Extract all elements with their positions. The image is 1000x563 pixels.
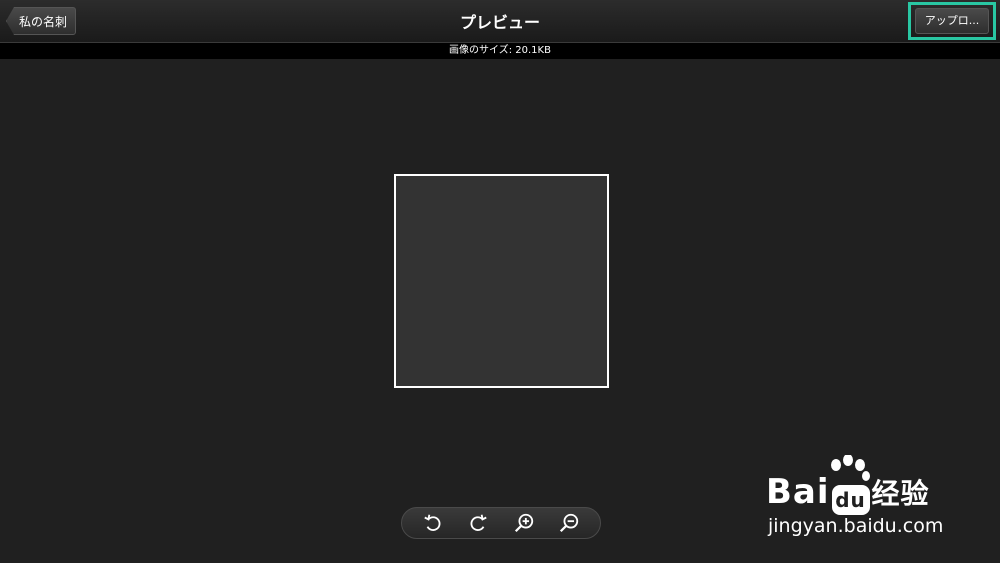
page-title: プレビュー (459, 13, 540, 32)
top-navigation-bar: 私の名刺 プレビュー アップロ... (0, 0, 1000, 43)
zoom-out-button[interactable] (555, 509, 583, 537)
rotate-right-button[interactable] (464, 509, 492, 537)
upload-button[interactable]: アップロ... (915, 8, 989, 34)
upload-button-highlight[interactable]: アップロ... (908, 2, 996, 40)
zoom-in-icon (514, 513, 533, 533)
zoom-in-button[interactable] (510, 509, 538, 537)
image-size-info: 画像のサイズ: 20.1KB (0, 43, 1000, 59)
watermark-url: jingyan.baidu.com (768, 515, 944, 537)
preview-toolbar (401, 507, 601, 539)
rotate-left-icon (424, 514, 441, 531)
rotate-right-icon (470, 514, 487, 531)
image-preview (394, 174, 609, 388)
rotate-left-button[interactable] (419, 509, 447, 537)
zoom-out-icon (560, 513, 579, 533)
baidu-watermark: Bai du 经验 jingyan.baidu.com (766, 455, 956, 545)
watermark-brand: Bai du 经验 (766, 472, 930, 515)
